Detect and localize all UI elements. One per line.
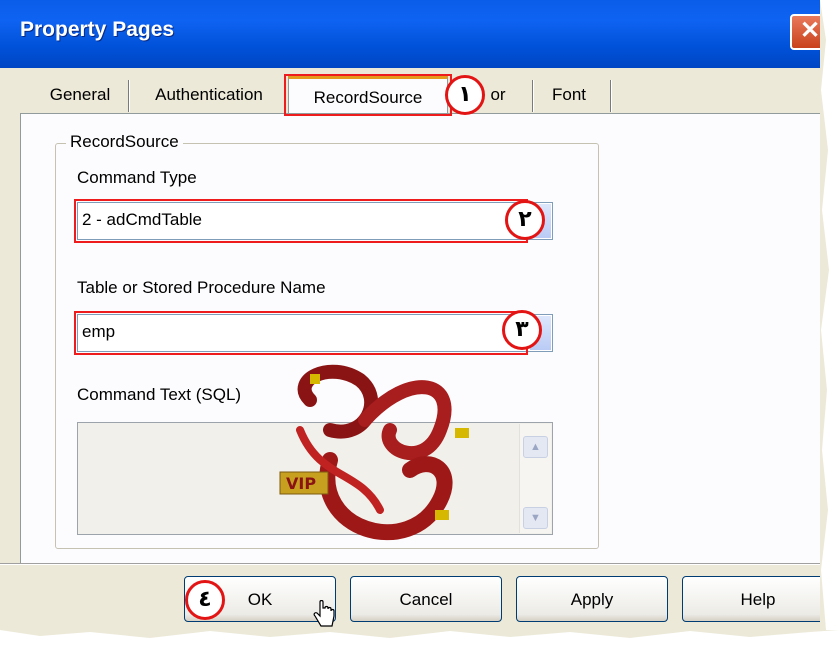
scroll-up-icon[interactable]: ▲ — [523, 436, 548, 458]
close-button[interactable]: ✕ — [790, 14, 822, 50]
scroll-down-icon[interactable]: ▼ — [523, 507, 548, 529]
annotation-marker-4: ٤ — [185, 580, 225, 620]
vip-watermark-logo: VIP — [279, 364, 469, 541]
command-text-label: Command Text (SQL) — [77, 385, 242, 404]
hand-cursor-icon — [313, 600, 335, 627]
annotation-marker-3: ٣ — [502, 310, 542, 350]
torn-edge-bottom — [0, 630, 839, 644]
tab-general[interactable]: General — [34, 76, 126, 114]
window-title: Property Pages — [20, 18, 175, 41]
torn-edge-right — [820, 0, 839, 644]
annotation-box-table-name — [74, 311, 528, 355]
vertical-scrollbar[interactable]: ▲ ▼ — [519, 424, 551, 533]
apply-button[interactable]: Apply — [516, 576, 668, 622]
tab-divider — [128, 80, 130, 112]
tab-font[interactable]: Font — [538, 76, 600, 114]
title-bar[interactable]: Property Pages — [0, 0, 822, 68]
help-button[interactable]: Help — [682, 576, 822, 622]
bottom-divider — [0, 563, 822, 565]
annotation-box-command-type — [74, 199, 528, 243]
close-icon: ✕ — [799, 17, 821, 44]
tab-divider — [610, 80, 612, 112]
group-legend: RecordSource — [66, 132, 183, 152]
cancel-button[interactable]: Cancel — [350, 576, 502, 622]
annotation-marker-1: ١ — [445, 75, 485, 115]
watermark-text: VIP — [286, 474, 316, 493]
annotation-box-tab — [284, 74, 452, 116]
tab-divider — [532, 80, 534, 112]
command-type-label: Command Type — [77, 168, 197, 187]
table-name-label: Table or Stored Procedure Name — [77, 278, 326, 297]
annotation-marker-2: ٢ — [505, 200, 545, 240]
tab-authentication[interactable]: Authentication — [134, 76, 284, 114]
